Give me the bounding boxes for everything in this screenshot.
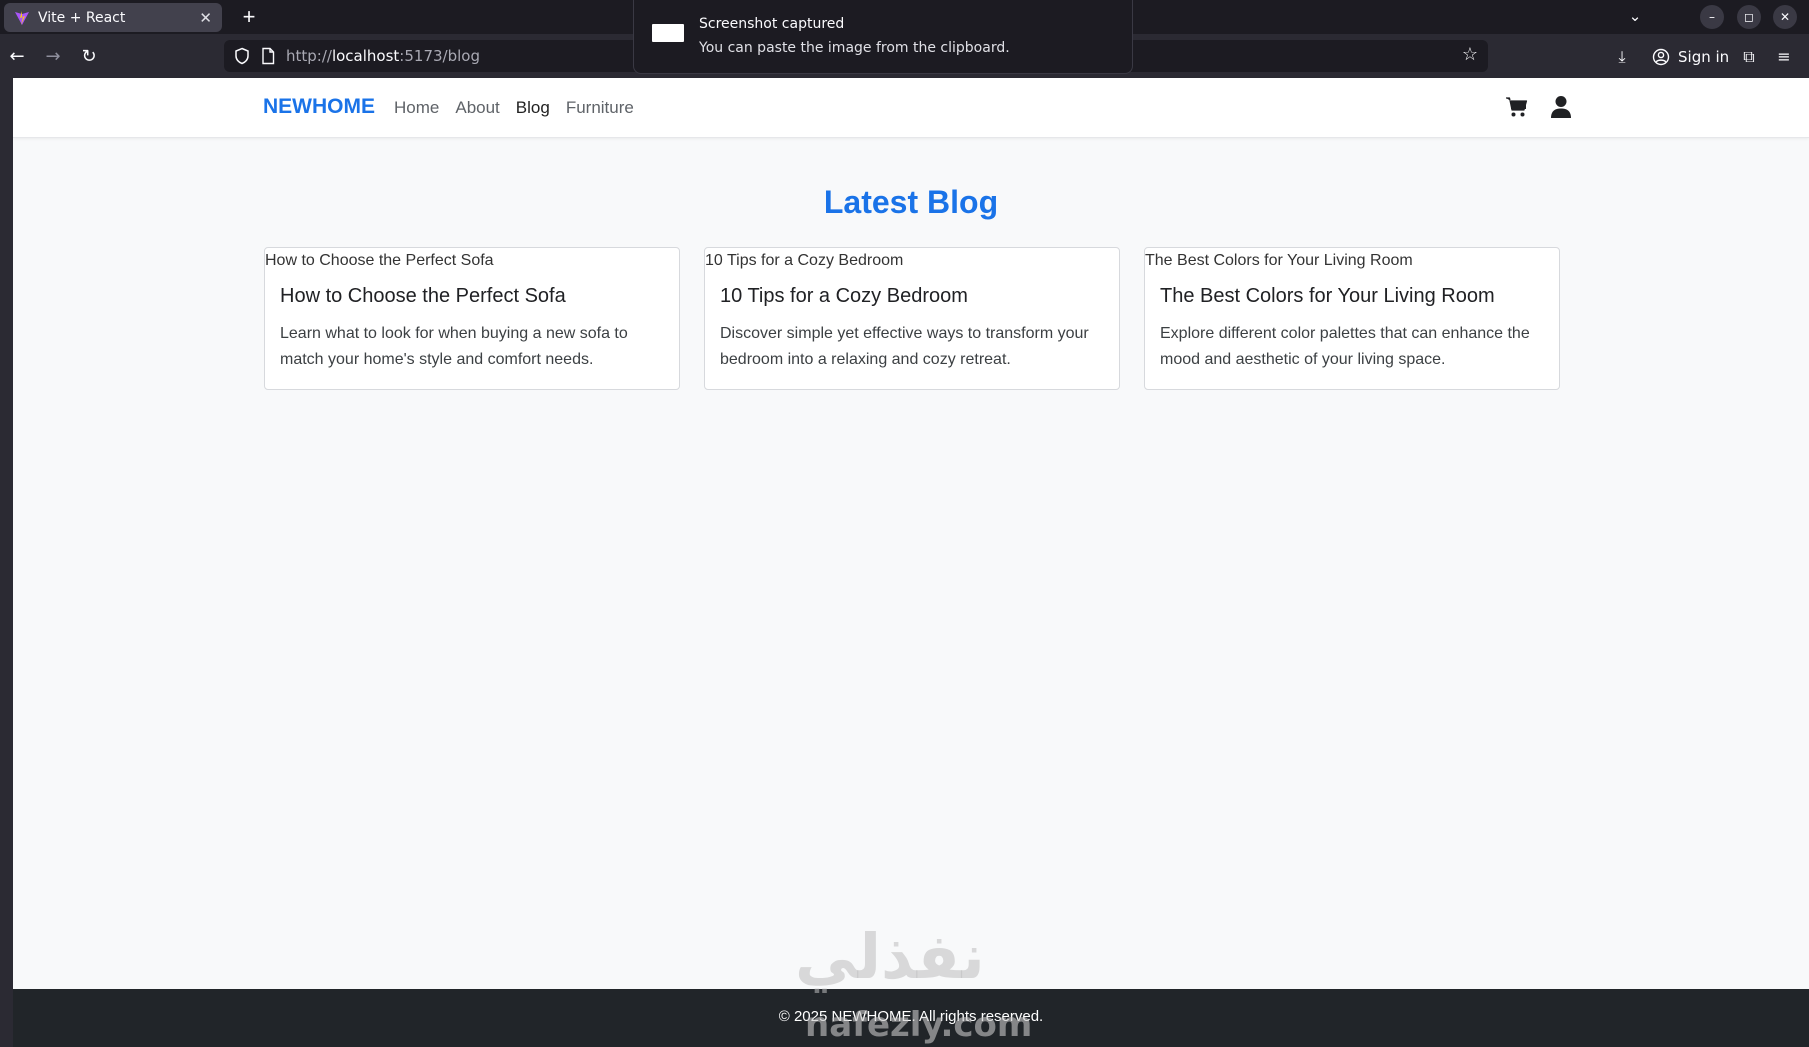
user-profile-icon[interactable] bbox=[1550, 95, 1572, 119]
vite-logo-icon bbox=[15, 10, 29, 25]
blog-card[interactable]: The Best Colors for Your Living Room The… bbox=[1144, 247, 1560, 390]
hamburger-menu-icon[interactable]: ≡ bbox=[1771, 44, 1797, 70]
nav-link-about[interactable]: About bbox=[455, 98, 499, 118]
tracking-protection-shield-icon[interactable] bbox=[233, 47, 251, 65]
sign-in-button[interactable]: Sign in bbox=[1644, 42, 1737, 72]
shopping-cart-icon[interactable] bbox=[1505, 95, 1529, 119]
blog-card-description: Learn what to look for when buying a new… bbox=[280, 325, 628, 368]
close-window-button[interactable]: ✕ bbox=[1773, 5, 1797, 29]
url-path: :5173/blog bbox=[399, 47, 480, 65]
page-title: Latest Blog bbox=[823, 184, 999, 220]
url-scheme: http:// bbox=[286, 47, 332, 65]
watermark-latin: nafezly.com bbox=[805, 1005, 1033, 1045]
screenshot-notification: Screenshot captured You can paste the im… bbox=[633, 0, 1133, 74]
watermark-arabic: نفذلي bbox=[795, 920, 985, 993]
tab-title: Vite + React bbox=[38, 9, 126, 26]
blog-card-image-alt: The Best Colors for Your Living Room bbox=[1145, 252, 1413, 269]
url-text[interactable]: http://localhost:5173/blog bbox=[286, 47, 480, 65]
sidebar-edge bbox=[0, 78, 13, 1047]
tab-close-icon[interactable]: ✕ bbox=[199, 9, 212, 27]
blog-card-title[interactable]: How to Choose the Perfect Sofa bbox=[280, 285, 566, 308]
reload-icon[interactable]: ↻ bbox=[76, 44, 102, 70]
page-info-icon[interactable] bbox=[260, 47, 276, 65]
blog-card-image-alt: 10 Tips for a Cozy Bedroom bbox=[705, 252, 904, 269]
blog-card-image-alt: How to Choose the Perfect Sofa bbox=[265, 252, 494, 269]
list-all-tabs-chevron-icon[interactable]: ⌄ bbox=[1620, 4, 1650, 30]
blog-card-title[interactable]: The Best Colors for Your Living Room bbox=[1160, 285, 1495, 308]
new-tab-button[interactable]: + bbox=[236, 4, 262, 30]
blog-card-description: Explore different color palettes that ca… bbox=[1160, 325, 1530, 368]
brand-logo-link[interactable]: NEWHOME bbox=[263, 95, 375, 119]
main-nav: Home About Blog Furniture bbox=[394, 98, 634, 118]
notification-title: Screenshot captured bbox=[699, 16, 845, 32]
extensions-puzzle-icon[interactable]: ⧉ bbox=[1736, 44, 1762, 70]
back-arrow-icon[interactable]: ← bbox=[4, 44, 30, 70]
blog-card[interactable]: 10 Tips for a Cozy Bedroom 10 Tips for a… bbox=[704, 247, 1120, 390]
downloads-icon[interactable]: ⤓ bbox=[1609, 44, 1635, 70]
nav-link-blog[interactable]: Blog bbox=[516, 98, 550, 118]
blog-card-description: Discover simple yet effective ways to tr… bbox=[720, 325, 1089, 368]
nav-link-furniture[interactable]: Furniture bbox=[566, 98, 634, 118]
blog-card[interactable]: How to Choose the Perfect Sofa How to Ch… bbox=[264, 247, 680, 390]
account-icon bbox=[1652, 48, 1670, 66]
page-viewport: NEWHOME Home About Blog Furniture Latest… bbox=[0, 78, 1809, 1047]
sign-in-label: Sign in bbox=[1678, 48, 1730, 66]
restore-window-button[interactable]: ◻ bbox=[1737, 5, 1761, 29]
url-host: localhost bbox=[331, 47, 400, 65]
forward-arrow-icon[interactable]: → bbox=[40, 44, 66, 70]
notification-body: You can paste the image from the clipboa… bbox=[699, 40, 1010, 56]
minimize-window-button[interactable]: – bbox=[1700, 5, 1724, 29]
site-header: NEWHOME Home About Blog Furniture bbox=[13, 78, 1809, 138]
browser-tab[interactable]: Vite + React ✕ bbox=[4, 3, 222, 32]
screenshot-thumbnail-icon bbox=[652, 24, 684, 42]
blog-card-title[interactable]: 10 Tips for a Cozy Bedroom bbox=[720, 285, 968, 308]
nav-link-home[interactable]: Home bbox=[394, 98, 439, 118]
bookmark-star-icon[interactable]: ☆ bbox=[1462, 44, 1478, 65]
